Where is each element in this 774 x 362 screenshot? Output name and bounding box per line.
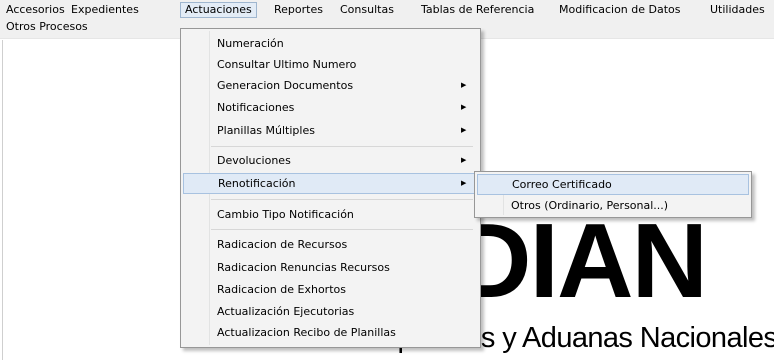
menu-item-radicacion-exhortos[interactable]: Radicacion de Exhortos xyxy=(183,279,475,300)
menu-separator xyxy=(211,229,473,230)
menu-tablas-referencia[interactable]: Tablas de Referencia xyxy=(417,2,538,18)
menu-item-numeracion[interactable]: Numeración xyxy=(183,33,475,54)
menu-actuaciones[interactable]: Actuaciones xyxy=(180,2,257,18)
menu-item-radicacion-recursos[interactable]: Radicacion de Recursos xyxy=(183,234,475,255)
submenu-arrow-icon: ▶ xyxy=(461,126,467,134)
menu-consultas[interactable]: Consultas xyxy=(336,2,398,18)
menu-expedientes[interactable]: Expedientes xyxy=(67,2,143,18)
menu-item-actualizacion-recibo-planillas[interactable]: Actualizacion Recibo de Planillas xyxy=(183,322,475,343)
menu-item-label: Generacion Documentos xyxy=(217,79,354,92)
menu-item-label: Radicacion Renuncias Recursos xyxy=(217,261,390,274)
menu-separator xyxy=(211,199,473,200)
menu-otros-procesos[interactable]: Otros Procesos xyxy=(2,19,92,35)
dian-logo: DIAN xyxy=(455,202,708,320)
menu-item-radicacion-renuncias-recursos[interactable]: Radicacion Renuncias Recursos xyxy=(183,257,475,278)
menu-reportes[interactable]: Reportes xyxy=(270,2,327,18)
menu-item-label: Cambio Tipo Notificación xyxy=(217,208,354,221)
menu-item-label: Devoluciones xyxy=(217,154,291,167)
menu-item-label: Otros (Ordinario, Personal...) xyxy=(511,199,669,212)
menu-item-cambio-tipo-notificacion[interactable]: Cambio Tipo Notificación xyxy=(183,204,475,225)
actuaciones-dropdown: Numeración Consultar Ultimo Numero Gener… xyxy=(180,28,481,348)
menu-item-generacion-documentos[interactable]: Generacion Documentos ▶ xyxy=(183,75,475,96)
menu-accesorios[interactable]: Accesorios xyxy=(2,2,69,18)
menu-item-label: Correo Certificado xyxy=(512,178,612,191)
menu-item-label: Numeración xyxy=(217,37,284,50)
menu-item-label: Radicacion de Recursos xyxy=(217,238,348,251)
submenu-arrow-icon: ▶ xyxy=(461,179,467,187)
submenu-arrow-icon: ▶ xyxy=(461,103,467,111)
menu-item-label: Actualizacion Recibo de Planillas xyxy=(217,326,396,339)
menu-item-consultar-ultimo-numero[interactable]: Consultar Ultimo Numero xyxy=(183,54,475,75)
menu-item-actualizacion-ejecutorias[interactable]: Actualización Ejecutorias xyxy=(183,301,475,322)
menu-separator xyxy=(211,146,473,147)
menu-item-label: Actualización Ejecutorias xyxy=(217,305,355,318)
submenu-item-otros[interactable]: Otros (Ordinario, Personal...) xyxy=(477,195,747,216)
submenu-arrow-icon: ▶ xyxy=(461,81,467,89)
menu-modificacion-datos[interactable]: Modificacion de Datos xyxy=(555,2,685,18)
submenu-arrow-icon: ▶ xyxy=(461,156,467,164)
menu-item-label: Renotificación xyxy=(218,177,296,190)
menu-item-notificaciones[interactable]: Notificaciones ▶ xyxy=(183,97,475,118)
menu-item-label: Consultar Ultimo Numero xyxy=(217,58,357,71)
menu-item-renotificacion[interactable]: Renotificación ▶ xyxy=(183,173,477,194)
menu-item-planillas-multiples[interactable]: Planillas Múltiples ▶ xyxy=(183,120,475,141)
menu-item-label: Planillas Múltiples xyxy=(217,124,315,137)
menu-utilidades[interactable]: Utilidades xyxy=(706,2,769,18)
menu-item-label: Notificaciones xyxy=(217,101,295,114)
menu-item-label: Radicacion de Exhortos xyxy=(217,283,346,296)
menu-item-devoluciones[interactable]: Devoluciones ▶ xyxy=(183,150,475,171)
submenu-item-correo-certificado[interactable]: Correo Certificado xyxy=(477,174,749,195)
renotificacion-submenu: Correo Certificado Otros (Ordinario, Per… xyxy=(474,171,752,218)
